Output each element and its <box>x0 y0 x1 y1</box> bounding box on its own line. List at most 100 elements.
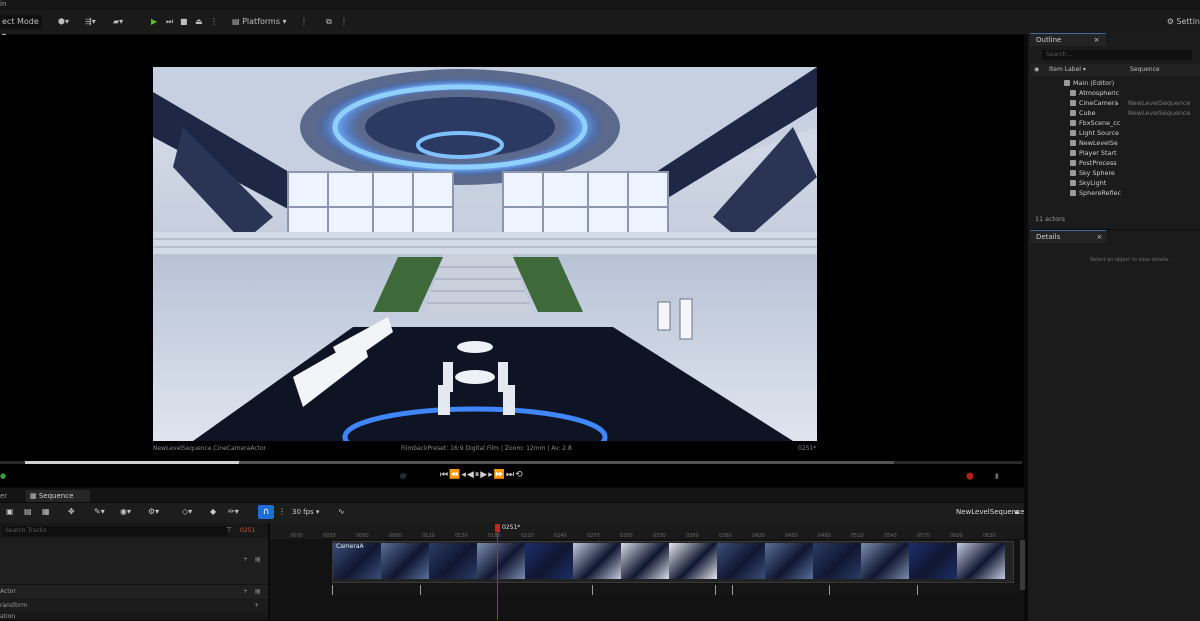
stop-icon[interactable]: ■ <box>180 15 188 29</box>
edit-tool-icon[interactable]: ✏▾ <box>228 507 239 516</box>
actor-icon <box>1070 150 1076 156</box>
viewport-camera-label: NewLevelSequence.CineCameraActor <box>153 445 267 452</box>
to-end-icon[interactable]: ⏭ <box>506 470 515 480</box>
platforms-button[interactable]: ▤ Platforms ▾ <box>232 15 287 29</box>
add-key-icon[interactable]: ◆ <box>210 507 216 516</box>
loop-icon[interactable]: ⟲ <box>515 470 524 480</box>
track-options-icon[interactable]: ▤ <box>255 588 261 595</box>
playhead-handle[interactable] <box>495 524 500 532</box>
play-options-icon[interactable]: ⋮ <box>210 15 218 29</box>
ruler-tick-label: 0450 <box>785 533 798 539</box>
outliner-row[interactable]: Player Start <box>1030 148 1200 158</box>
tab-sequencer[interactable]: ▦ Sequence <box>26 490 90 502</box>
record-icon[interactable]: ⬤ <box>966 472 974 480</box>
next-key-icon[interactable]: ⏩ <box>494 470 506 480</box>
details-tab[interactable]: Details × <box>1030 230 1106 243</box>
outliner-row[interactable]: SphereReflec <box>1030 188 1200 198</box>
col-sequence[interactable]: Sequence <box>1130 64 1160 76</box>
track-row-camera-cuts[interactable]: + ▤ <box>0 538 268 585</box>
timeline-ruler[interactable] <box>270 523 1024 539</box>
outliner-row[interactable]: Cube NewLevelSequence <box>1030 108 1200 118</box>
outliner-row[interactable]: FbxScene_cc <box>1030 118 1200 128</box>
track-row-transform[interactable]: ransform + <box>0 600 268 612</box>
toolbar-more-icon[interactable]: ⋮ <box>278 507 286 516</box>
mode-select-label: ect Mode <box>2 17 39 26</box>
col-item-label[interactable]: Item Label <box>1049 66 1081 73</box>
ruler-tick-label: 0630 <box>983 533 996 539</box>
transform-icon[interactable]: ✥ <box>68 507 75 516</box>
outliner-row[interactable]: Light Source <box>1030 128 1200 138</box>
shot-thumbnail <box>813 543 861 579</box>
outliner-item-label: Sky Sphere <box>1079 169 1115 177</box>
record-target-icon[interactable]: ◎ <box>400 472 406 480</box>
add-track-icon[interactable]: + <box>243 588 248 595</box>
search-tracks-input[interactable]: Search Tracks <box>2 526 227 536</box>
sequencer-tab-label: Sequence <box>38 492 74 500</box>
find-asset-icon[interactable]: ▤ <box>24 507 32 516</box>
outliner-row[interactable]: CineCamera NewLevelSequence <box>1030 98 1200 108</box>
track-row-actor[interactable]: Actor + ▤ <box>0 585 268 599</box>
view-options-icon[interactable]: ◉▾ <box>120 507 131 516</box>
eject-icon[interactable]: ⏏ <box>195 15 203 29</box>
keyframe-marker[interactable] <box>592 585 593 595</box>
ruler-tick-label: 0360 <box>686 533 699 539</box>
mode-select-dropdown[interactable]: ect Mode ▾ <box>0 15 42 40</box>
playback-options-icon[interactable]: ⚙▾ <box>148 507 159 516</box>
toolbar-more-icon[interactable]: ⋮ <box>300 15 308 29</box>
source-control-icon[interactable]: ⧉ <box>326 15 332 29</box>
outliner-row[interactable]: Sky Sphere <box>1030 168 1200 178</box>
keyframe-marker[interactable] <box>715 585 716 595</box>
key-tools-icon[interactable]: ✎▾ <box>94 507 105 516</box>
save-icon[interactable]: ▣ <box>6 507 14 516</box>
curve-editor-icon[interactable]: ∿ <box>338 507 345 516</box>
outliner-tab-label: Outline <box>1036 36 1062 44</box>
outliner-row[interactable]: Atmospheric <box>1030 88 1200 98</box>
track-options-icon[interactable]: ▤ <box>255 556 261 563</box>
snap-toggle-button[interactable]: ∩ <box>258 505 274 519</box>
outliner-item-label: Light Source <box>1079 129 1119 137</box>
prev-key-icon[interactable]: ⏪ <box>449 470 461 480</box>
keyframe-marker[interactable] <box>332 585 333 595</box>
settings-button[interactable]: ⚙ Settin <box>1167 15 1200 29</box>
keyframe-marker[interactable] <box>829 585 830 595</box>
outliner-row[interactable]: NewLevelSe <box>1030 138 1200 148</box>
outliner-tab[interactable]: Outline × <box>1030 33 1106 46</box>
tab-previous[interactable]: er <box>0 490 7 502</box>
add-key-icon[interactable]: + <box>254 602 259 609</box>
ruler-tick-label: 0390 <box>719 533 732 539</box>
add-actor-icon[interactable]: ⬢▾ <box>58 15 69 29</box>
keyframe-marker[interactable] <box>420 585 421 595</box>
to-start-icon[interactable]: ⏮ <box>440 470 449 480</box>
step-icon[interactable]: ⏭ <box>166 15 173 29</box>
shot-thumbnail <box>909 543 957 579</box>
play-reverse-icon[interactable]: ◀ <box>467 470 475 480</box>
outliner-row[interactable]: PostProcess <box>1030 158 1200 168</box>
actor-icon <box>1070 90 1076 96</box>
toolbar-extra-icon[interactable]: ⋮ <box>340 15 348 29</box>
eye-icon[interactable]: ◉ <box>1034 66 1039 73</box>
blueprint-icon[interactable]: ⇶▾ <box>85 15 96 29</box>
keyframe-marker[interactable] <box>917 585 918 595</box>
sequencer-tab-strip <box>0 488 1024 502</box>
cinematics-icon[interactable]: ▰▾ <box>113 15 123 29</box>
fps-dropdown[interactable]: 30 fps ▾ <box>292 508 319 516</box>
outliner-item-label: Main (Editor) <box>1073 79 1115 87</box>
outliner-row[interactable]: Main (Editor) <box>1030 78 1200 88</box>
viewport-frame-label: 0251* <box>798 445 817 452</box>
actor-icon <box>1070 180 1076 186</box>
close-icon[interactable]: × <box>1094 36 1100 44</box>
render-movie-icon[interactable]: ▦ <box>42 507 50 516</box>
add-track-icon[interactable]: + <box>243 556 248 563</box>
timeline-scrollbar[interactable] <box>1020 540 1025 590</box>
fps-label: 30 fps <box>292 508 314 516</box>
keyframe-marker[interactable] <box>732 585 733 595</box>
key-interpolation-icon[interactable]: ◇▾ <box>182 507 192 516</box>
outliner-search-input[interactable]: Search... <box>1042 50 1192 60</box>
filter-icon[interactable]: ⊤ <box>226 526 232 534</box>
close-icon[interactable]: × <box>1097 233 1103 241</box>
shot-thumbnail <box>381 543 429 579</box>
actor-icon <box>1070 170 1076 176</box>
current-frame-field[interactable]: 0251 <box>240 527 255 534</box>
play-icon[interactable]: ▶ <box>151 15 157 29</box>
outliner-row[interactable]: SkyLight <box>1030 178 1200 188</box>
